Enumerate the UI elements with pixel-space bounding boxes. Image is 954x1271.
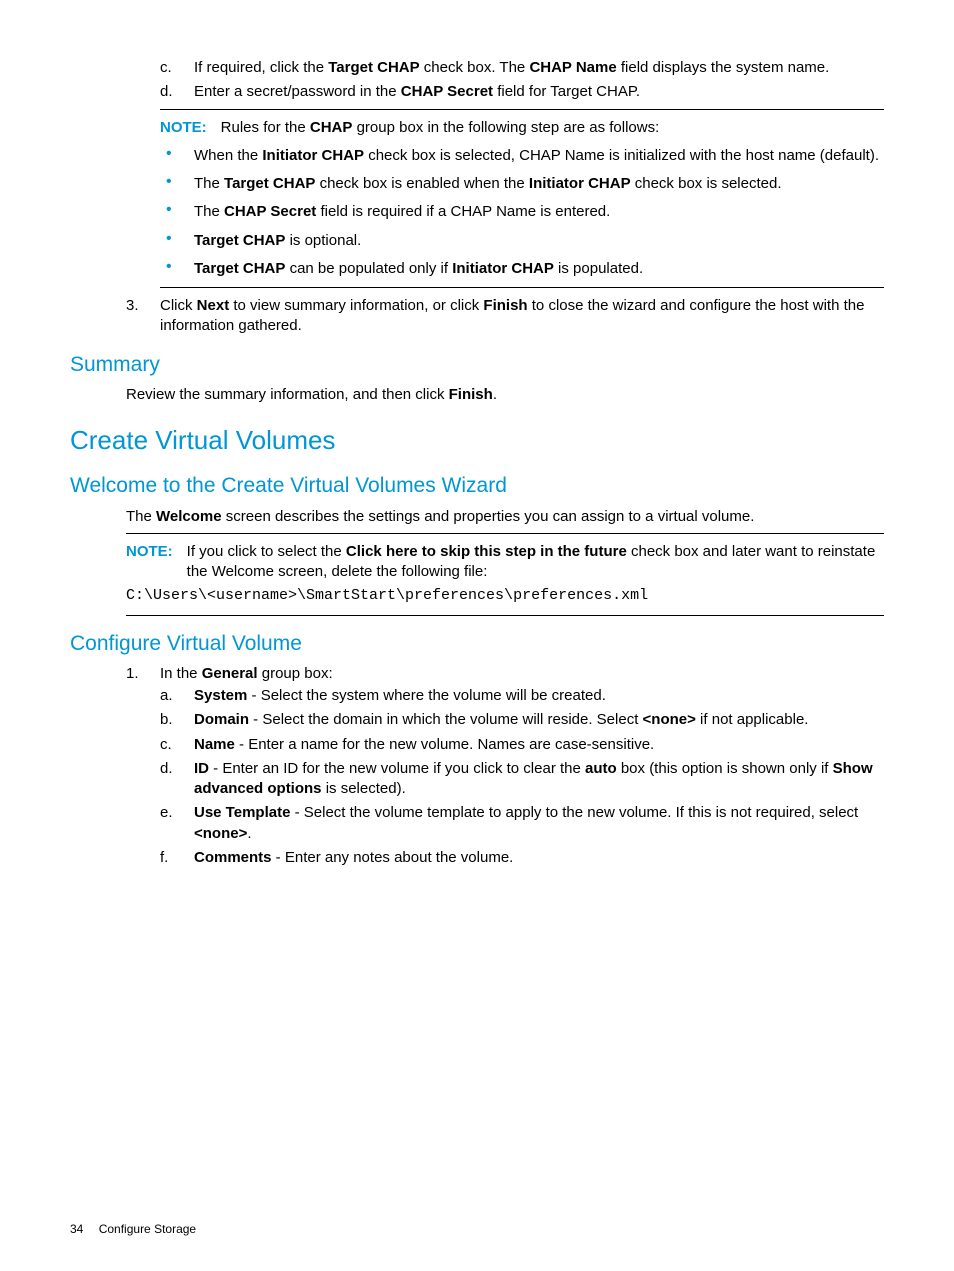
config-step-1: 1. In the General group box: a.System - …: [126, 664, 884, 872]
substep-d2: d.ID - Enter an ID for the new volume if…: [160, 759, 884, 800]
substep-f: f.Comments - Enter any notes about the v…: [160, 848, 884, 868]
substep-e: e.Use Template - Select the volume templ…: [160, 803, 884, 844]
welcome-text: The Welcome screen describes the setting…: [126, 507, 884, 527]
heading-welcome-wizard: Welcome to the Create Virtual Volumes Wi…: [70, 472, 884, 500]
preferences-path: C:\Users\<username>\SmartStart\preferenc…: [126, 586, 884, 606]
note-text: Rules for the CHAP group box in the foll…: [221, 118, 884, 138]
substep-body: If required, click the Target CHAP check…: [194, 58, 884, 78]
note-chap-rules: NOTE: Rules for the CHAP group box in th…: [160, 109, 884, 289]
bullet-icon: •: [160, 174, 194, 194]
note-label: NOTE:: [160, 118, 207, 138]
step-body: Click Next to view summary information, …: [160, 296, 884, 337]
bullet-icon: •: [160, 146, 194, 166]
step-number: 1.: [126, 664, 160, 872]
note-bullet-list: •When the Initiator CHAP check box is se…: [160, 146, 884, 279]
substep-body: Enter a secret/password in the CHAP Secr…: [194, 82, 884, 102]
configure-steps: 1. In the General group box: a.System - …: [126, 664, 884, 872]
page-number: 34: [70, 1222, 83, 1236]
note-skip-step: NOTE: If you click to select the Click h…: [126, 533, 884, 616]
bullet-item: •Target CHAP can be populated only if In…: [160, 259, 884, 279]
footer-section-title: Configure Storage: [99, 1222, 196, 1236]
bullet-item: •When the Initiator CHAP check box is se…: [160, 146, 884, 166]
summary-text: Review the summary information, and then…: [126, 385, 884, 405]
substep-c: c. If required, click the Target CHAP ch…: [160, 58, 884, 78]
bullet-icon: •: [160, 259, 194, 279]
bullet-item: •Target CHAP is optional.: [160, 231, 884, 251]
bullet-icon: •: [160, 231, 194, 251]
substep-a: a.System - Select the system where the v…: [160, 686, 884, 706]
bullet-item: •The CHAP Secret field is required if a …: [160, 202, 884, 222]
substep-letter: c.: [160, 58, 194, 78]
substep-c2: c.Name - Enter a name for the new volume…: [160, 735, 884, 755]
bullet-icon: •: [160, 202, 194, 222]
substep-letter: d.: [160, 82, 194, 102]
step-3: 3. Click Next to view summary informatio…: [126, 296, 884, 337]
bullet-item: •The Target CHAP check box is enabled wh…: [160, 174, 884, 194]
substep-b: b.Domain - Select the domain in which th…: [160, 710, 884, 730]
heading-create-virtual-volumes: Create Virtual Volumes: [70, 423, 884, 458]
step-number: 3.: [126, 296, 160, 337]
heading-configure-virtual-volume: Configure Virtual Volume: [70, 630, 884, 658]
step-body: In the General group box: a.System - Sel…: [160, 664, 884, 872]
heading-summary: Summary: [70, 351, 884, 379]
note-label: NOTE:: [126, 542, 173, 583]
step-continuation: c. If required, click the Target CHAP ch…: [126, 58, 884, 337]
page-footer: 34 Configure Storage: [70, 1221, 196, 1237]
note-text: If you click to select the Click here to…: [187, 542, 884, 583]
substep-d: d. Enter a secret/password in the CHAP S…: [160, 82, 884, 102]
